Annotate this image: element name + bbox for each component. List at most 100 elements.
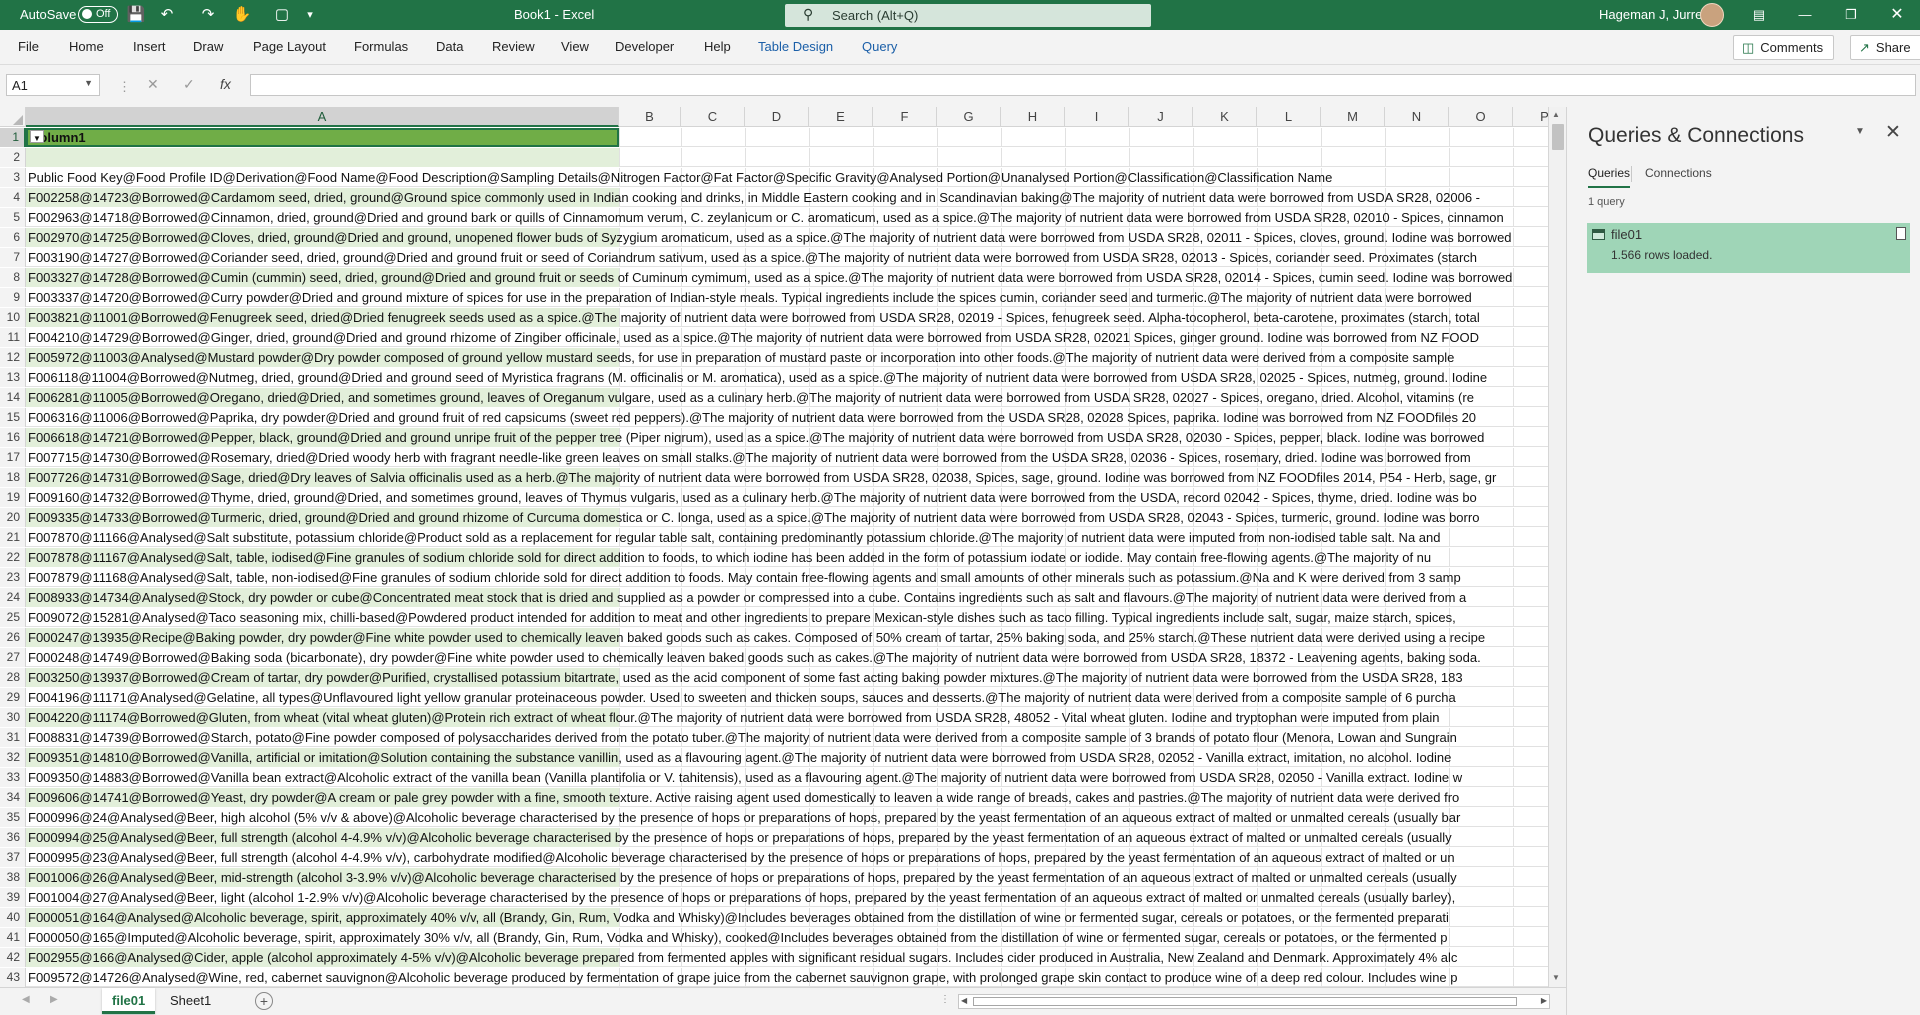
sheet-tab-file01[interactable]: file01 [102, 988, 156, 1014]
row-header[interactable]: 21 [0, 528, 26, 547]
column-header[interactable]: G [937, 107, 1001, 127]
row-header[interactable]: 29 [0, 688, 26, 707]
user-name[interactable]: Hageman J, Jurre [1599, 7, 1702, 22]
column-header[interactable]: B [619, 107, 681, 127]
function-icon[interactable]: fx [220, 76, 231, 92]
comments-button[interactable]: ◫ Comments [1733, 35, 1835, 60]
column-header[interactable]: P [1513, 107, 1548, 127]
tab-query[interactable]: Query [862, 39, 897, 54]
pane-options-icon[interactable]: ▼ [1855, 126, 1865, 137]
tab-home[interactable]: Home [69, 39, 104, 54]
row-header[interactable]: 26 [0, 628, 26, 647]
row-header[interactable]: 13 [0, 368, 26, 387]
row-header[interactable]: 31 [0, 728, 26, 747]
sheet-tab-sheet1[interactable]: Sheet1 [160, 988, 221, 1014]
row-header[interactable]: 19 [0, 488, 26, 507]
row-header[interactable]: 41 [0, 928, 26, 947]
name-box[interactable]: A1 ▼ [6, 74, 100, 96]
tab-formulas[interactable]: Formulas [354, 39, 408, 54]
table-cell[interactable] [26, 148, 619, 167]
scroll-thumb[interactable] [1552, 124, 1564, 150]
minimize-icon[interactable]: — [1790, 4, 1820, 26]
redo-icon[interactable]: ↷ [198, 5, 218, 25]
column-header[interactable]: C [681, 107, 745, 127]
tab-connections[interactable]: Connections [1645, 166, 1712, 180]
tab-help[interactable]: Help [704, 39, 731, 54]
autosave-toggle[interactable]: Off [78, 6, 118, 23]
horizontal-scrollbar[interactable]: ◀ ▶ [958, 994, 1550, 1009]
tab-file[interactable]: File [18, 39, 39, 54]
row-header[interactable]: 37 [0, 848, 26, 867]
row-header[interactable]: 28 [0, 668, 26, 687]
row-header[interactable]: 42 [0, 948, 26, 967]
formula-bar-grip[interactable]: ⋮ [118, 79, 131, 95]
tab-split-icon[interactable]: ⋮ [940, 994, 950, 1005]
column-header[interactable]: L [1257, 107, 1321, 127]
row-header[interactable]: 33 [0, 768, 26, 787]
tab-data[interactable]: Data [436, 39, 463, 54]
row-header[interactable]: 15 [0, 408, 26, 427]
column-header[interactable]: A [26, 107, 619, 127]
row-header[interactable]: 2 [0, 148, 26, 167]
row-header[interactable]: 22 [0, 548, 26, 567]
sheet-prev-icon[interactable]: ◀ [22, 994, 30, 1005]
scroll-left-icon[interactable]: ◀ [961, 996, 967, 1005]
scroll-down-icon[interactable]: ▼ [1552, 973, 1560, 982]
filter-dropdown-icon[interactable]: ▼ [30, 130, 44, 143]
formula-input[interactable] [250, 74, 1916, 96]
row-header[interactable]: 17 [0, 448, 26, 467]
ribbon-display-icon[interactable]: ▤ [1744, 4, 1774, 26]
row-header[interactable]: 23 [0, 568, 26, 587]
column-header[interactable]: D [745, 107, 809, 127]
row-header[interactable]: 4 [0, 188, 26, 207]
save-icon[interactable]: 💾 [126, 5, 146, 25]
row-header[interactable]: 5 [0, 208, 26, 227]
tab-table-design[interactable]: Table Design [758, 39, 833, 54]
row-header[interactable]: 39 [0, 888, 26, 907]
column-header[interactable]: N [1385, 107, 1449, 127]
row-header[interactable]: 27 [0, 648, 26, 667]
hscroll-thumb[interactable] [973, 997, 1517, 1006]
add-sheet-icon[interactable]: + [255, 992, 273, 1010]
row-header[interactable]: 38 [0, 868, 26, 887]
row-header[interactable]: 12 [0, 348, 26, 367]
row-header[interactable]: 32 [0, 748, 26, 767]
row-header[interactable]: 8 [0, 268, 26, 287]
undo-icon[interactable]: ↶ [157, 5, 177, 25]
restore-icon[interactable]: ❐ [1836, 4, 1866, 26]
column-header[interactable]: J [1129, 107, 1193, 127]
row-header[interactable]: 10 [0, 308, 26, 327]
row-header[interactable]: 20 [0, 508, 26, 527]
row-header[interactable]: 6 [0, 228, 26, 247]
worksheet-grid[interactable]: A B C D E F G H I J K L M N O P 1 Column1… [0, 107, 1548, 987]
view-icon[interactable]: ▢ [272, 5, 292, 25]
chevron-down-icon[interactable]: ▼ [84, 78, 93, 88]
sheet-next-icon[interactable]: ▶ [50, 994, 58, 1005]
row-header[interactable]: 30 [0, 708, 26, 727]
row-header[interactable]: 34 [0, 788, 26, 807]
tab-page-layout[interactable]: Page Layout [253, 39, 326, 54]
search-box[interactable]: ⚲ Search (Alt+Q) [785, 4, 1151, 27]
table-header-cell[interactable]: Column1 ▼ [26, 128, 619, 147]
row-header[interactable]: 9 [0, 288, 26, 307]
customize-icon[interactable]: ▾ [300, 5, 320, 25]
row-header[interactable]: 1 [0, 128, 26, 147]
row-header[interactable]: 40 [0, 908, 26, 927]
row-header[interactable]: 35 [0, 808, 26, 827]
vertical-scrollbar[interactable]: ▲ ▼ [1548, 107, 1566, 987]
row-header[interactable]: 7 [0, 248, 26, 267]
row-header[interactable]: 43 [0, 968, 26, 987]
row-header[interactable]: 3 [0, 168, 26, 187]
touch-mode-icon[interactable]: ✋ [232, 5, 252, 25]
row-header[interactable]: 16 [0, 428, 26, 447]
column-header[interactable]: I [1065, 107, 1129, 127]
query-item[interactable]: file01 1.566 rows loaded. [1587, 223, 1910, 273]
row-header[interactable]: 18 [0, 468, 26, 487]
column-header[interactable]: E [809, 107, 873, 127]
select-all-button[interactable] [0, 107, 26, 127]
row-header[interactable]: 14 [0, 388, 26, 407]
column-header[interactable]: F [873, 107, 937, 127]
refresh-icon[interactable] [1896, 227, 1906, 240]
tab-view[interactable]: View [561, 39, 589, 54]
tab-review[interactable]: Review [492, 39, 535, 54]
